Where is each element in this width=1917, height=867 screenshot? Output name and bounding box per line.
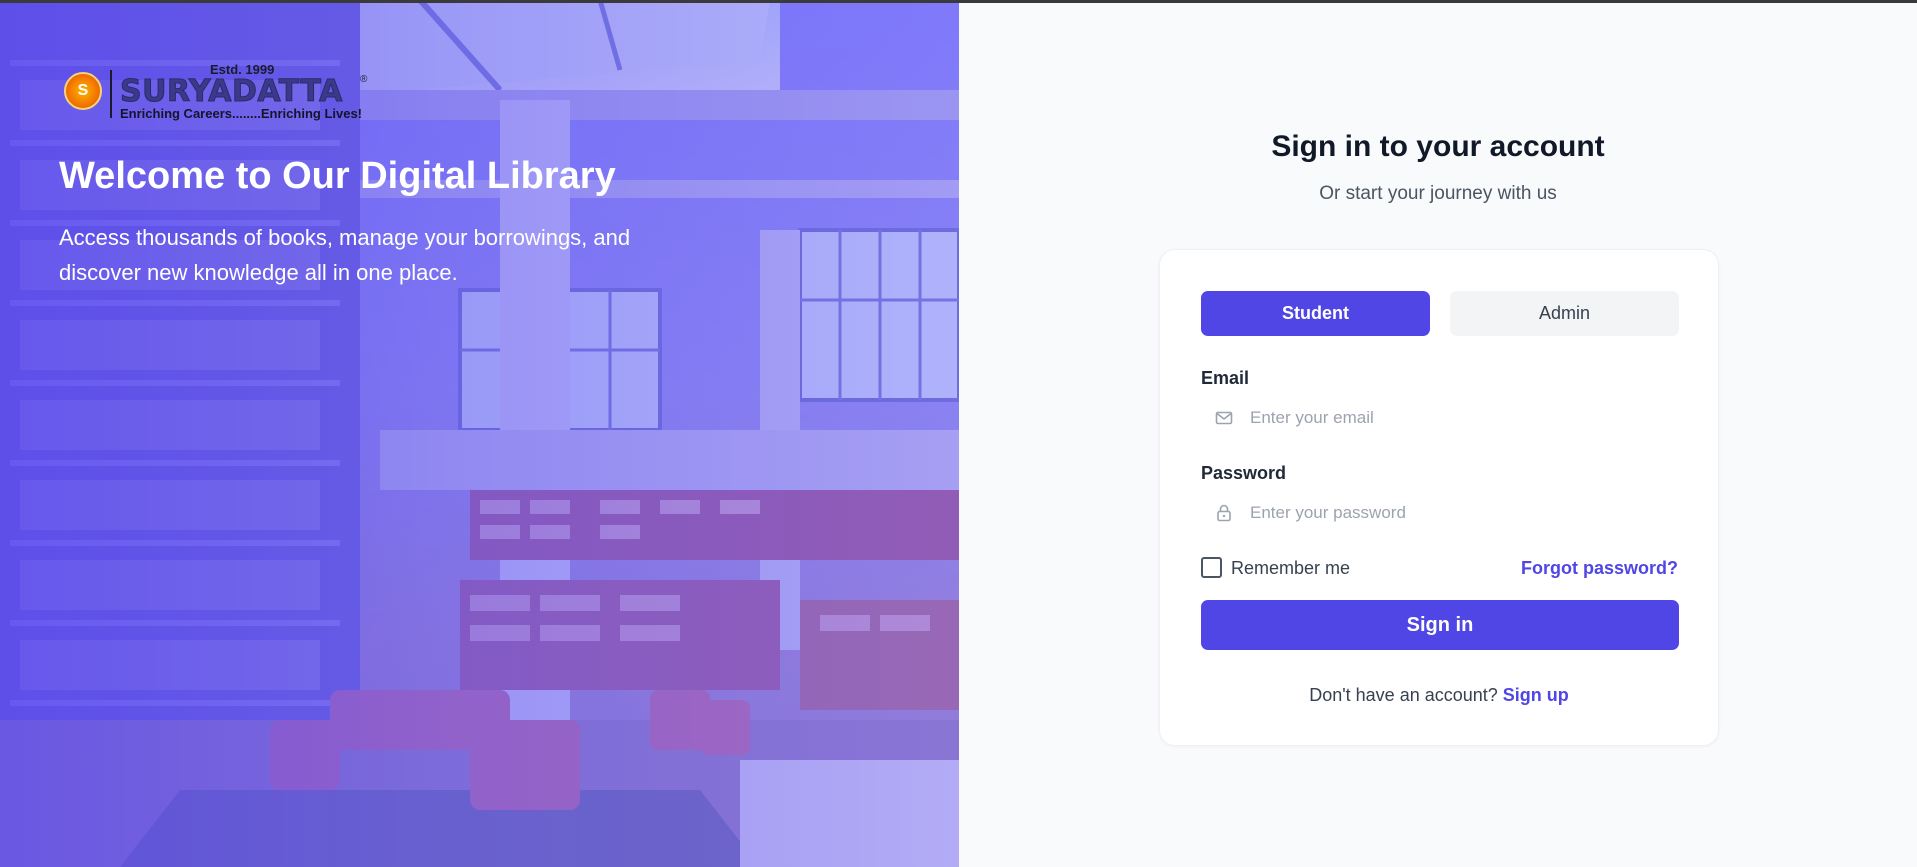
email-input[interactable] — [1201, 398, 1679, 438]
signin-heading: Sign in to your account — [1271, 130, 1605, 163]
signup-prompt: Don't have an account? — [1309, 685, 1503, 705]
logo-divider — [110, 70, 112, 118]
hero-color-overlay — [0, 0, 959, 867]
logo-tagline: Enriching Careers........Enriching Lives… — [120, 106, 363, 121]
email-label: Email — [1201, 368, 1250, 388]
forgot-password-link[interactable]: Forgot password? — [1521, 558, 1678, 579]
hero-title: Welcome to Our Digital Library — [59, 155, 616, 197]
hero-subtitle: Access thousands of books, manage your b… — [59, 225, 631, 285]
password-input[interactable] — [1201, 493, 1679, 533]
window-top-border — [0, 0, 1917, 3]
signup-row: Don't have an account? Sign up — [1160, 685, 1718, 706]
hero-panel: Estd. 1999 S SURYADATTA ® Enriching Care… — [0, 0, 959, 867]
logo-brand-name: SURYADATTA — [120, 74, 343, 110]
signup-link[interactable]: Sign up — [1503, 685, 1569, 705]
signin-card: Student Admin Email Password Remember me… — [1159, 249, 1719, 746]
tab-admin[interactable]: Admin — [1450, 291, 1679, 336]
logo-emblem-icon: S — [64, 72, 102, 110]
signin-button[interactable]: Sign in — [1201, 600, 1679, 650]
signin-subheading: Or start your journey with us — [1319, 183, 1557, 204]
password-field — [1201, 493, 1679, 533]
logo-registered-mark: ® — [360, 74, 368, 85]
email-field — [1201, 398, 1679, 438]
remember-me-checkbox[interactable] — [1201, 557, 1222, 578]
tab-student[interactable]: Student — [1201, 291, 1430, 336]
suryadatta-logo: Estd. 1999 S SURYADATTA ® Enriching Care… — [62, 62, 372, 124]
password-label: Password — [1201, 463, 1287, 483]
remember-me-label[interactable]: Remember me — [1231, 558, 1350, 579]
